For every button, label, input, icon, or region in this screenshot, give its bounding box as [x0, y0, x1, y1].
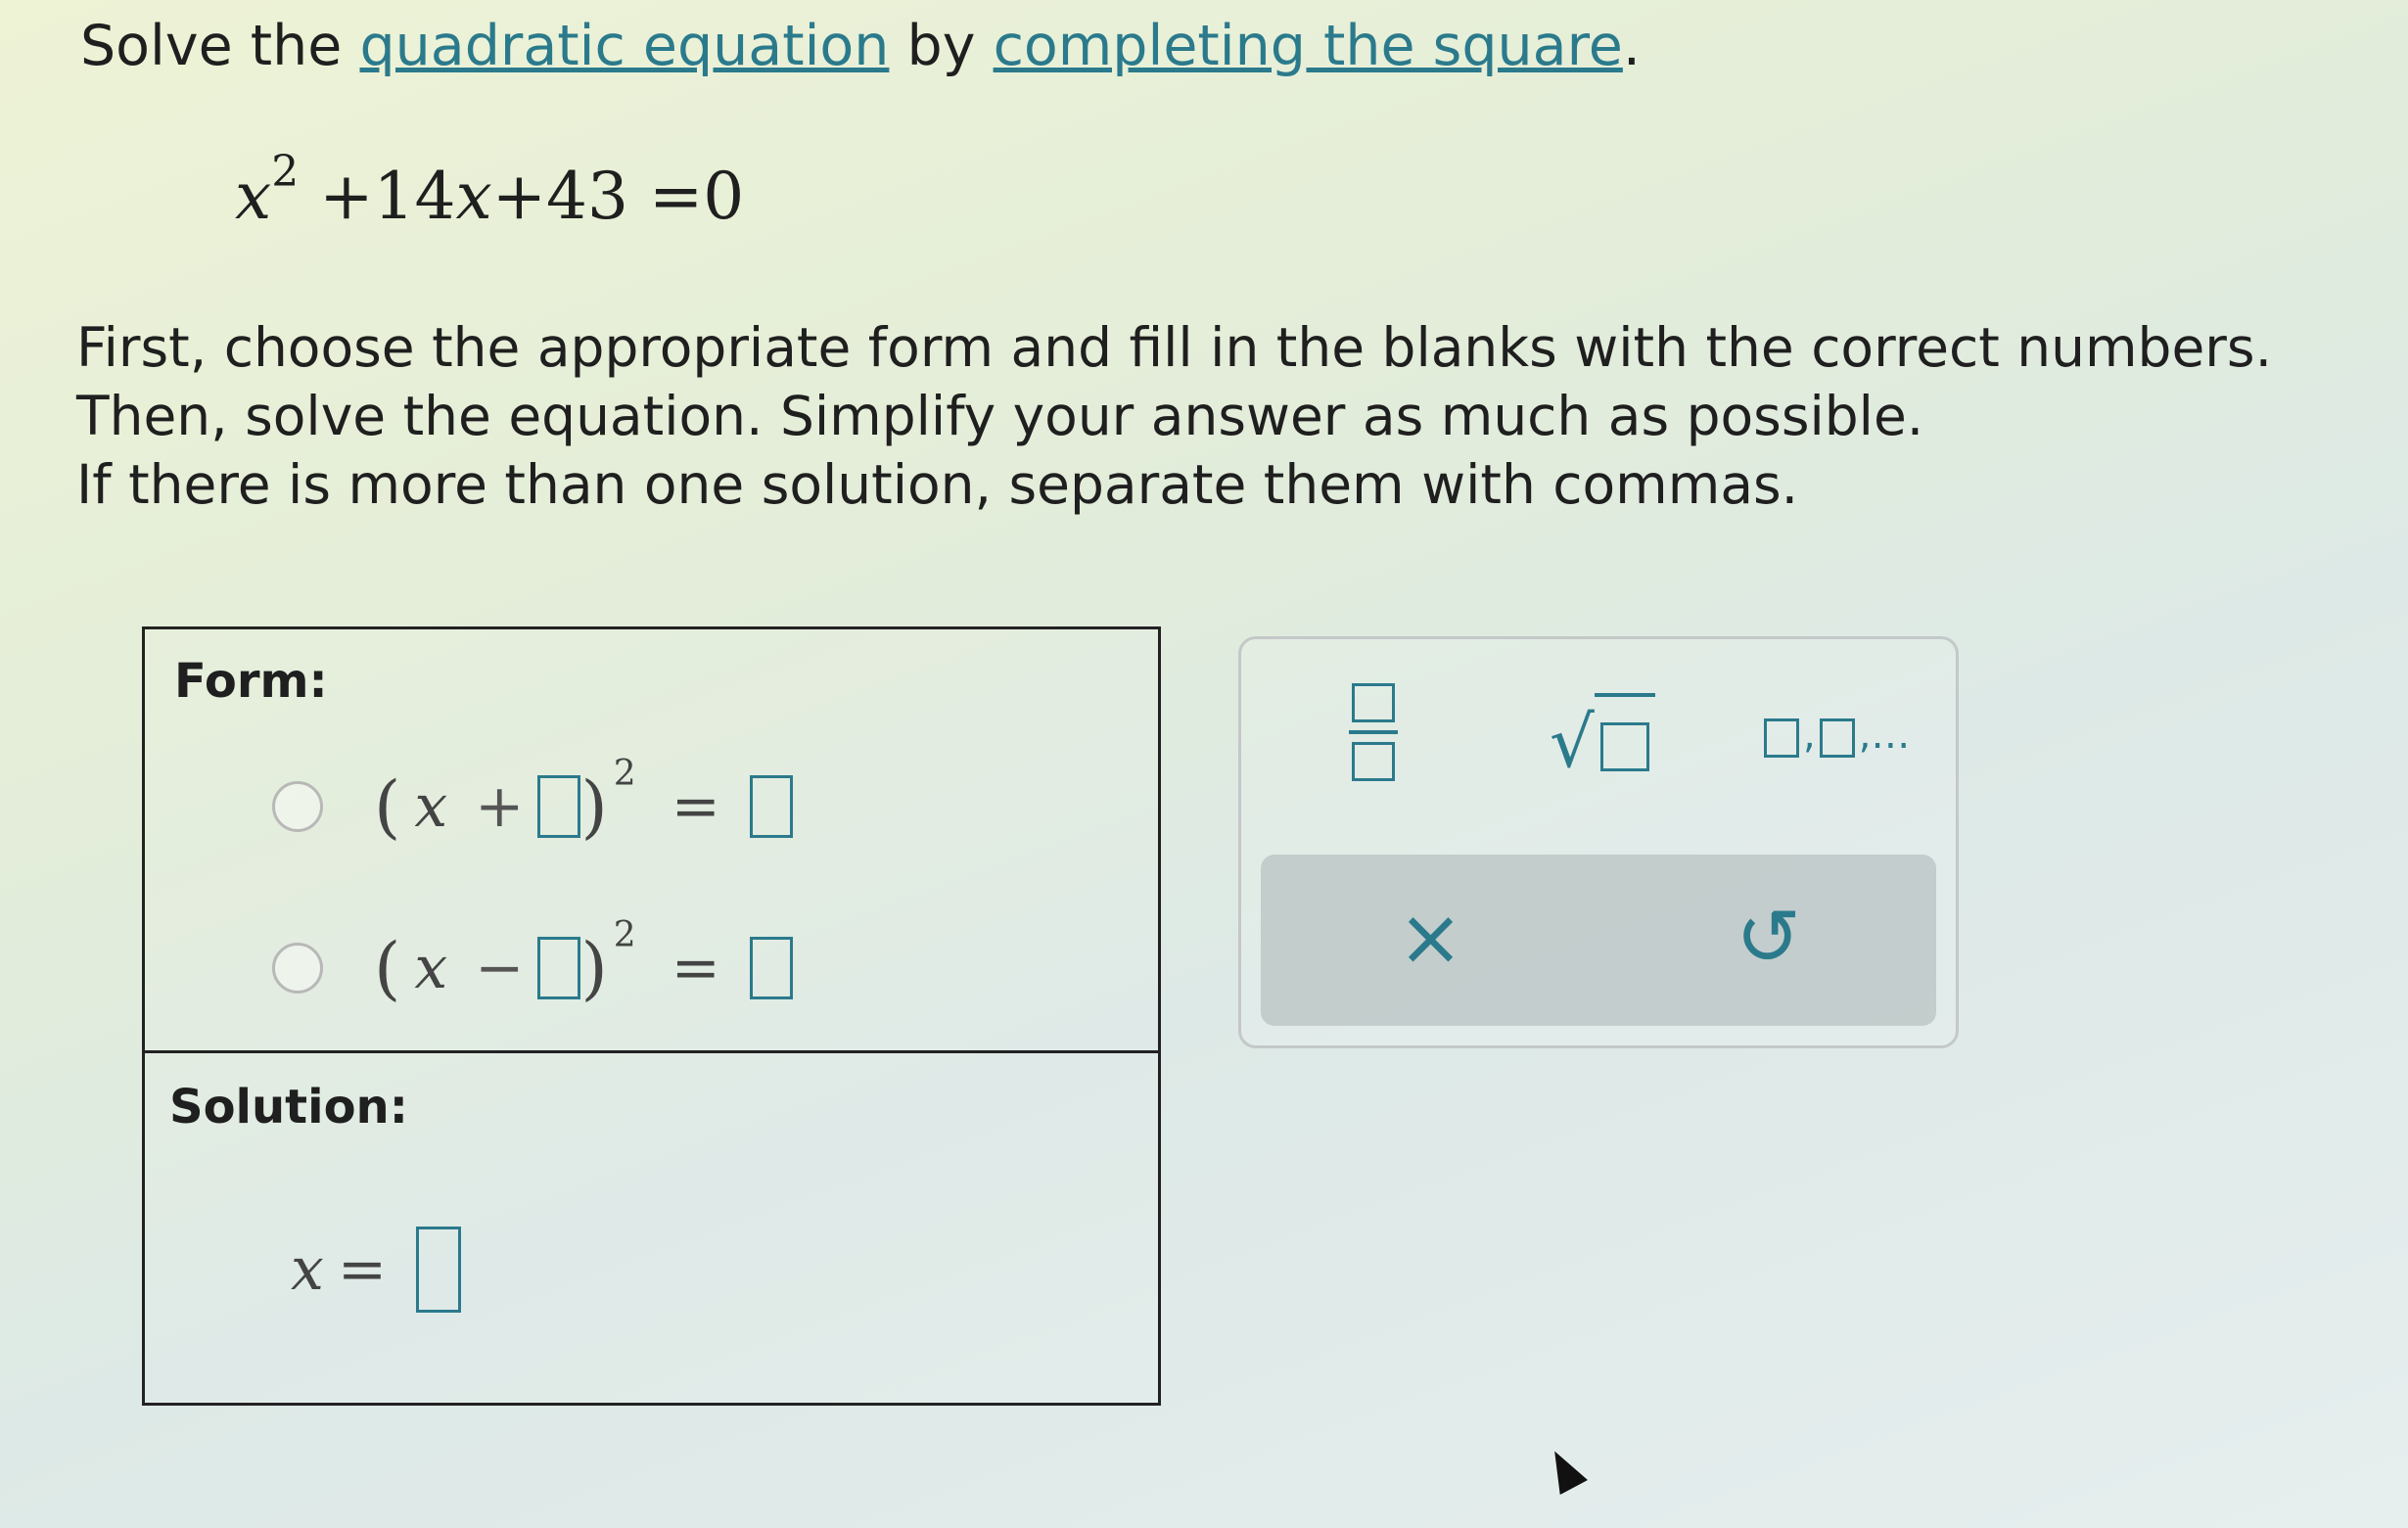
sqrt-box: [1599, 722, 1649, 772]
equation-var: x: [235, 159, 272, 234]
option-var: x: [414, 772, 448, 841]
option-exponent: 2: [613, 914, 636, 955]
solution-eq: =: [337, 1235, 388, 1304]
equation-exponent: 2: [271, 147, 300, 197]
option-op: −: [475, 934, 525, 1002]
open-paren: (: [374, 766, 401, 847]
action-bar: × ↺: [1261, 855, 1936, 1026]
instruction-line-3: If there is more than one solution, sepa…: [76, 453, 1799, 516]
instructions: First, choose the appropriate form and f…: [76, 313, 2272, 519]
blank-input[interactable]: [537, 775, 581, 838]
radio-minus[interactable]: [272, 943, 323, 994]
mouse-cursor-icon: [1541, 1443, 1588, 1496]
fraction-numerator-box: [1352, 683, 1395, 722]
list-label: ,…: [1858, 713, 1911, 758]
radio-plus[interactable]: [272, 781, 323, 832]
clear-icon: ×: [1398, 892, 1464, 983]
quadratic-equation-link[interactable]: quadratic equation: [359, 14, 889, 78]
solution-var: x: [291, 1235, 324, 1304]
equation-var2: x: [455, 159, 492, 234]
list-separator-icon[interactable]: , ,…: [1760, 713, 1910, 758]
instruction-line-2: Then, solve the equation. Simplify your …: [76, 385, 1924, 447]
undo-icon: ↺: [1736, 892, 1802, 983]
prompt-middle: by: [889, 14, 994, 78]
undo-button[interactable]: ↺: [1736, 894, 1801, 982]
prompt-prefix: Solve the: [80, 14, 360, 78]
given-equation: x2 +14x+43 =0: [235, 147, 745, 234]
instruction-line-1: First, choose the appropriate form and f…: [76, 316, 2273, 379]
option-eq: =: [671, 934, 720, 1002]
answer-box: Form: (x +) 2 = (x −) 2 = Solution: x =: [142, 626, 1161, 1406]
option-var: x: [414, 934, 448, 1002]
comma: ,: [1803, 713, 1816, 758]
form-option-minus[interactable]: (x −) 2 =: [272, 915, 793, 1008]
clear-button[interactable]: ×: [1398, 894, 1463, 982]
math-toolbar: √ , ,… × ↺: [1238, 636, 1959, 1048]
fraction-bar: [1349, 730, 1398, 734]
sqrt-radicand: [1594, 693, 1655, 783]
solution-input[interactable]: [416, 1227, 462, 1313]
option-exponent: 2: [613, 753, 636, 794]
question-prompt: Solve the quadratic equation by completi…: [80, 14, 1641, 78]
sqrt-symbol: √: [1550, 701, 1595, 783]
blank-input[interactable]: [749, 775, 793, 838]
list-box: [1764, 718, 1799, 758]
prompt-suffix: .: [1622, 14, 1641, 78]
equation-rest1: +14: [299, 159, 456, 234]
close-paren: ): [580, 766, 608, 847]
option-eq: =: [671, 772, 720, 841]
close-paren: ): [580, 928, 608, 1008]
fraction-icon[interactable]: [1349, 683, 1398, 781]
solution-heading: Solution:: [169, 1080, 408, 1134]
square-root-icon[interactable]: √: [1550, 693, 1655, 783]
section-divider: [145, 1050, 1158, 1053]
form-option-plus[interactable]: (x +) 2 =: [272, 754, 793, 847]
fraction-denominator-box: [1352, 742, 1395, 781]
list-box: [1819, 718, 1855, 758]
blank-input[interactable]: [749, 937, 793, 999]
equation-rest2: +43 =0: [491, 159, 745, 234]
form-heading: Form:: [174, 654, 328, 709]
solution-row: x =: [277, 1227, 462, 1313]
open-paren: (: [374, 928, 401, 1008]
option-op: +: [475, 772, 525, 841]
blank-input[interactable]: [537, 937, 581, 999]
completing-the-square-link[interactable]: completing the square: [994, 14, 1623, 78]
